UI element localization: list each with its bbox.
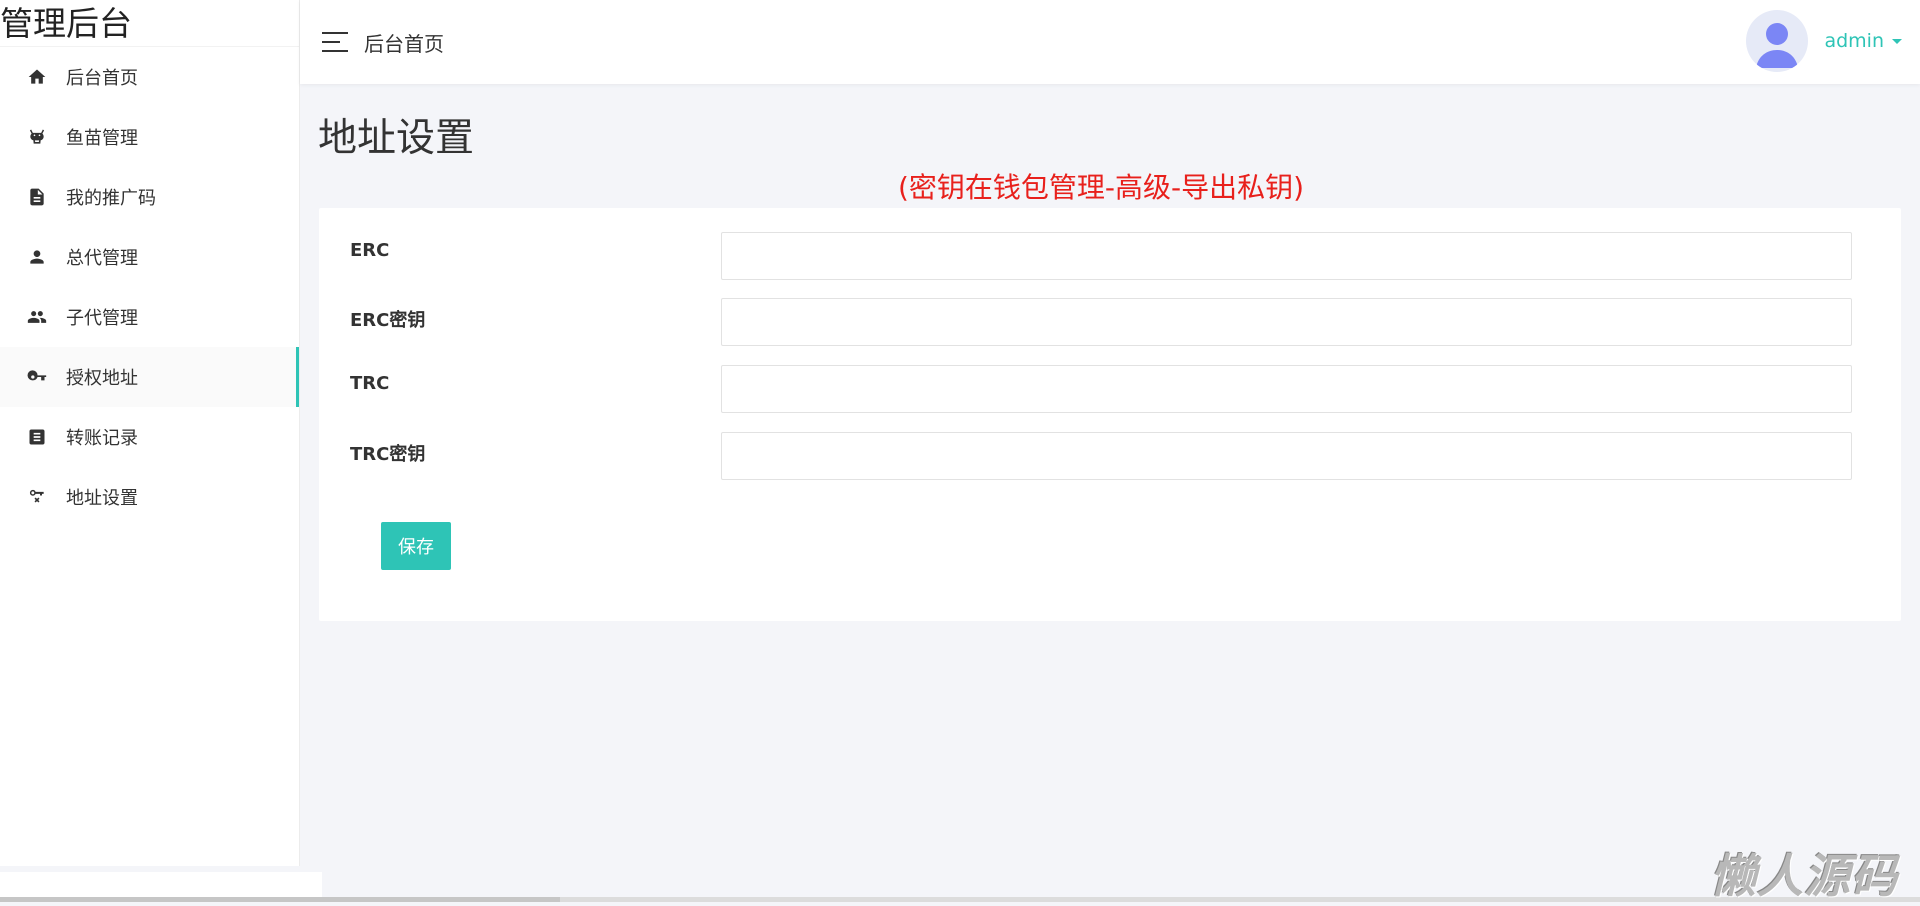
sidebar-item-promo-code[interactable]: 我的推广码 — [0, 167, 299, 227]
sidebar-item-label: 转账记录 — [66, 428, 138, 449]
key-hint-notice: (密钥在钱包管理-高级-导出私钥) — [898, 171, 1305, 204]
document-icon — [26, 186, 48, 208]
watermark-logo: 懒人源码 — [1710, 849, 1898, 903]
key-remove-icon — [26, 486, 48, 508]
sidebar-item-fish[interactable]: 鱼苗管理 — [0, 107, 299, 167]
sidebar-item-label: 子代管理 — [66, 308, 138, 329]
erc-key-label: ERC密钥 — [350, 310, 426, 331]
sidebar-item-label: 授权地址 — [66, 368, 138, 389]
person-icon — [26, 246, 48, 268]
trc-address-input[interactable] — [721, 365, 1852, 413]
erc-address-input[interactable] — [721, 232, 1852, 280]
page-title: 地址设置 — [318, 116, 475, 161]
sidebar-item-authorized-address[interactable]: 授权地址 — [0, 347, 299, 407]
form-row-trc: TRC — [319, 365, 1901, 415]
brand-title: 管理后台 — [0, 0, 299, 47]
user-menu: admin — [1746, 10, 1902, 72]
sidebar-item-label: 后台首页 — [66, 68, 138, 89]
trc-label: TRC — [350, 373, 390, 394]
sidebar-item-address-settings[interactable]: 地址设置 — [0, 467, 299, 527]
save-button[interactable]: 保存 — [381, 522, 451, 570]
trc-key-input[interactable] — [721, 432, 1852, 480]
erc-label: ERC — [350, 240, 390, 261]
sidebar-item-label: 我的推广码 — [66, 188, 156, 209]
sidebar-item-home[interactable]: 后台首页 — [0, 47, 299, 107]
sidebar-item-transfer-records[interactable]: 转账记录 — [0, 407, 299, 467]
key-icon — [26, 366, 48, 388]
avatar[interactable] — [1746, 10, 1809, 72]
sidebar-item-label: 鱼苗管理 — [66, 128, 138, 149]
header-breadcrumb[interactable]: 后台首页 — [364, 28, 444, 57]
horizontal-scrollbar[interactable] — [0, 897, 1920, 902]
receipt-icon — [26, 426, 48, 448]
home-icon — [26, 66, 48, 88]
menu-toggle-icon[interactable] — [322, 32, 348, 52]
sidebar-item-general-agent[interactable]: 总代管理 — [0, 227, 299, 287]
sidebar-item-label: 总代管理 — [66, 248, 138, 269]
cow-icon — [26, 126, 48, 148]
caret-down-icon — [1892, 38, 1902, 44]
people-icon — [26, 306, 48, 328]
top-header: 后台首页 admin — [300, 0, 1920, 84]
sidebar-item-label: 地址设置 — [66, 488, 138, 509]
scrollbar-thumb[interactable] — [0, 897, 560, 902]
sidebar-item-sub-agent[interactable]: 子代管理 — [0, 287, 299, 347]
user-dropdown[interactable]: admin — [1824, 30, 1902, 52]
form-row-erc: ERC — [319, 232, 1901, 282]
address-settings-form: ERC ERC密钥 TRC TRC密钥 保存 — [319, 208, 1901, 621]
form-row-trc-key: TRC密钥 — [319, 432, 1901, 482]
trc-key-label: TRC密钥 — [350, 444, 426, 465]
form-row-erc-key: ERC密钥 — [319, 298, 1901, 348]
erc-key-input[interactable] — [721, 298, 1852, 346]
username-label: admin — [1824, 30, 1884, 52]
sidebar: 管理后台 后台首页 鱼苗管理 我的推广码 总代管理 子代管理 授权地址 转账记录… — [0, 0, 300, 866]
user-avatar-icon — [1756, 23, 1799, 68]
sidebar-menu: 后台首页 鱼苗管理 我的推广码 总代管理 子代管理 授权地址 转账记录 地址设置 — [0, 47, 299, 527]
